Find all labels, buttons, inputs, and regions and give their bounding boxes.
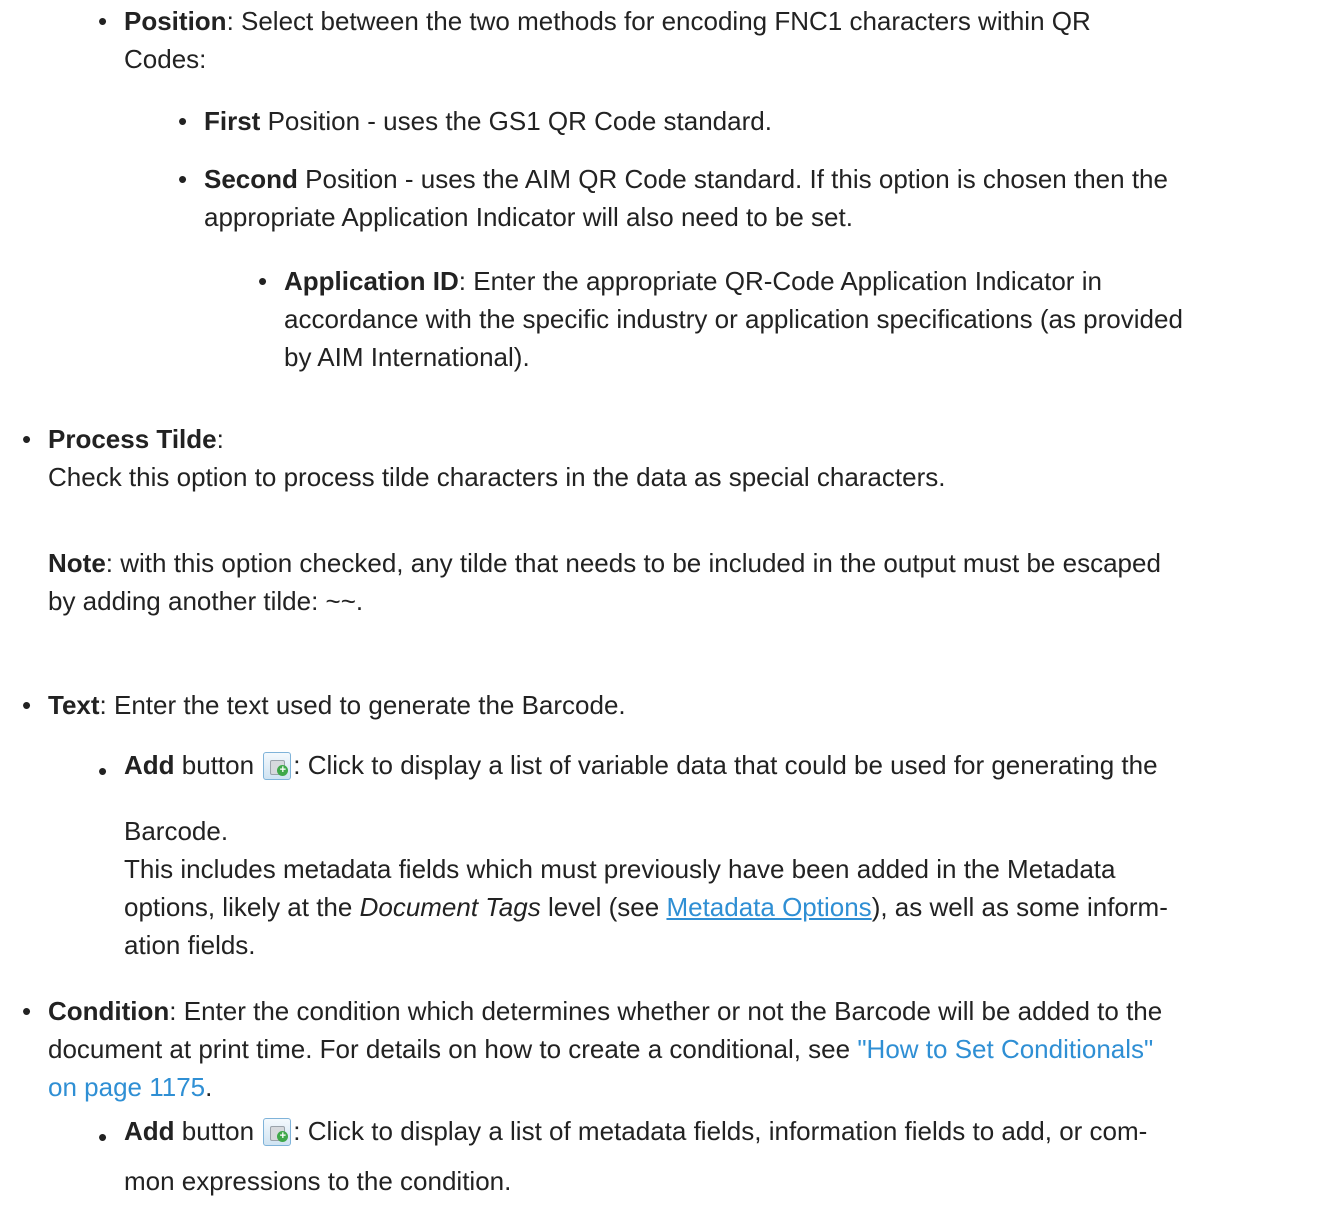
text-add-line3: This includes metadata fields which must… bbox=[124, 854, 1116, 884]
second-line2: appropriate Application Indicator will a… bbox=[204, 202, 853, 232]
text-add-button-word: button bbox=[174, 750, 262, 780]
condition-line2: document at print time. For details on h… bbox=[48, 1030, 1310, 1068]
bullet bbox=[98, 752, 107, 790]
process-tilde-desc: Check this option to process tilde chara… bbox=[48, 462, 946, 492]
condition-add-term: Add bbox=[124, 1116, 175, 1146]
condition-line1: Condition: Enter the condition which det… bbox=[48, 992, 1310, 1030]
position-line1: Position: Select between the two methods… bbox=[124, 2, 1310, 40]
position-line2: Codes: bbox=[124, 44, 207, 74]
second-line1: Second Position - uses the AIM QR Code s… bbox=[204, 160, 1310, 198]
position-item: Position: Select between the two methods… bbox=[124, 2, 1310, 78]
condition-add-desc: : Click to display a list of metadata fi… bbox=[293, 1116, 1148, 1146]
condition-add-line2: mon expressions to the condition. bbox=[124, 1166, 512, 1196]
bullet bbox=[22, 420, 31, 458]
page-ref-link[interactable]: on page 1175 bbox=[48, 1072, 205, 1102]
condition-line2-pre: document at print time. For details on h… bbox=[48, 1034, 858, 1064]
first-desc: Position - uses the GS1 QR Code standard… bbox=[260, 106, 772, 136]
second-desc: Position - uses the AIM QR Code standard… bbox=[297, 164, 1168, 194]
process-tilde-colon: : bbox=[216, 424, 224, 454]
position-term: Position bbox=[124, 6, 227, 36]
bullet bbox=[22, 992, 31, 1030]
bullet bbox=[22, 686, 31, 724]
position-desc: : Select between the two methods for enc… bbox=[226, 6, 1091, 36]
condition-item: Condition: Enter the condition which det… bbox=[48, 992, 1310, 1106]
metadata-options-link[interactable]: Metadata Options bbox=[666, 892, 871, 922]
add-database-icon[interactable]: + bbox=[263, 1118, 292, 1146]
application-id-line2: accordance with the specific industry or… bbox=[284, 304, 1183, 334]
text-add-item: Add button +: Click to display a list of… bbox=[124, 746, 1310, 784]
note-desc: : with this option checked, any tilde th… bbox=[105, 548, 1161, 578]
second-term: Second bbox=[204, 164, 298, 194]
first-term: First bbox=[204, 106, 261, 136]
text-add-desc: : Click to display a list of variable da… bbox=[293, 750, 1158, 780]
note-line2: by adding another tilde: ~~. bbox=[48, 586, 364, 616]
application-id-item: Application ID: Enter the appropriate QR… bbox=[284, 262, 1310, 376]
note-line1: Note: with this option checked, any tild… bbox=[48, 544, 1310, 582]
bullet bbox=[178, 160, 187, 198]
condition-add-item: Add button +: Click to display a list of… bbox=[124, 1112, 1310, 1150]
text-add-term: Add bbox=[124, 750, 175, 780]
bullet bbox=[258, 262, 267, 300]
condition-line3-post: . bbox=[205, 1072, 213, 1102]
text-add-line1: Add button +: Click to display a list of… bbox=[124, 746, 1310, 784]
text-add-line4-pre: options, likely at the bbox=[124, 892, 360, 922]
bullet bbox=[178, 102, 187, 140]
text-add-line4-mid: level (see bbox=[540, 892, 667, 922]
process-tilde-term: Process Tilde bbox=[48, 424, 217, 454]
bullet bbox=[98, 1118, 107, 1156]
condition-desc: : Enter the condition which determines w… bbox=[169, 996, 1163, 1026]
application-id-line1: Application ID: Enter the appropriate QR… bbox=[284, 262, 1310, 300]
process-tilde-line1: Process Tilde: bbox=[48, 420, 1310, 458]
text-add-line2: Barcode. bbox=[124, 816, 229, 846]
condition-add-line1: Add button +: Click to display a list of… bbox=[124, 1112, 1310, 1150]
application-id-term: Application ID bbox=[284, 266, 459, 296]
text-add-line4-post: ), as well as some inform- bbox=[871, 892, 1168, 922]
application-id-desc: : Enter the appropriate QR-Code Applicat… bbox=[458, 266, 1102, 296]
condition-line3: on page 1175. bbox=[48, 1068, 1310, 1106]
text-line: Text: Enter the text used to generate th… bbox=[48, 686, 1310, 724]
text-desc: : Enter the text used to generate the Ba… bbox=[99, 690, 626, 720]
text-add-line5: ation fields. bbox=[124, 930, 256, 960]
text-item: Text: Enter the text used to generate th… bbox=[48, 686, 1310, 724]
process-tilde-note: Note: with this option checked, any tild… bbox=[48, 544, 1310, 620]
note-term: Note bbox=[48, 548, 106, 578]
how-to-set-conditionals-link[interactable]: "How to Set Conditionals" bbox=[857, 1034, 1153, 1064]
text-add-continuation: Barcode. This includes metadata fields w… bbox=[124, 812, 1310, 964]
process-tilde-item: Process Tilde: Check this option to proc… bbox=[48, 420, 1310, 496]
text-add-line4: options, likely at the Document Tags lev… bbox=[124, 888, 1310, 926]
condition-add-continuation: mon expressions to the condition. bbox=[124, 1162, 1310, 1200]
second-position-item: Second Position - uses the AIM QR Code s… bbox=[204, 160, 1310, 236]
application-id-line3: by AIM International). bbox=[284, 342, 530, 372]
condition-term: Condition bbox=[48, 996, 170, 1026]
condition-add-button-word: button bbox=[174, 1116, 262, 1146]
add-database-icon[interactable]: + bbox=[263, 752, 292, 780]
document-tags-em: Document Tags bbox=[359, 892, 541, 922]
text-term: Text bbox=[48, 690, 100, 720]
first-position-item: First Position - uses the GS1 QR Code st… bbox=[204, 102, 1310, 140]
first-line: First Position - uses the GS1 QR Code st… bbox=[204, 102, 1310, 140]
bullet bbox=[98, 2, 107, 40]
